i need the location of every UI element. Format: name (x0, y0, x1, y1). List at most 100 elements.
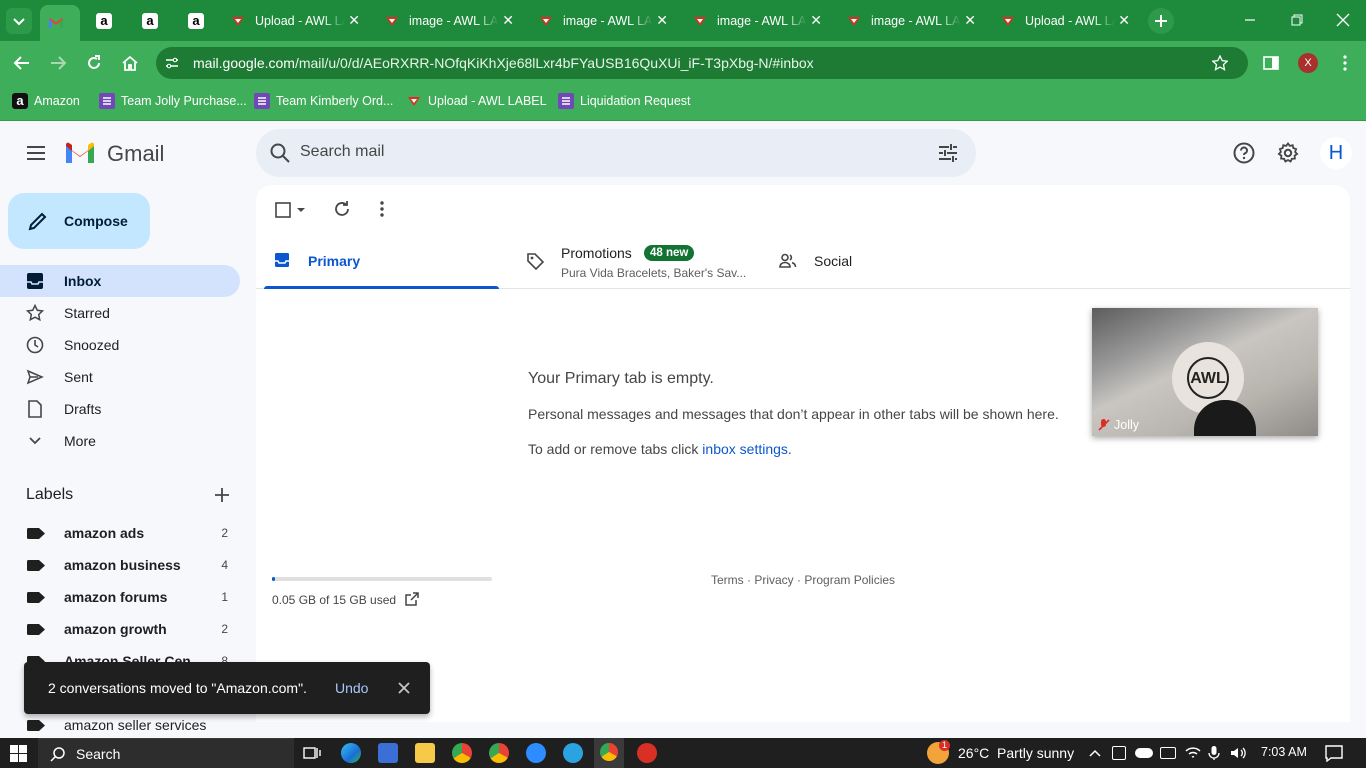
weather-text[interactable]: 26°C Partly sunny (958, 745, 1074, 761)
main-menu-icon[interactable] (24, 141, 48, 165)
bookmark-amazon[interactable]: a Amazon (12, 93, 80, 109)
nav-drafts[interactable]: Drafts (0, 393, 240, 425)
browser-tab-upload-1[interactable]: Upload - AWL LABEL ✕ (222, 6, 370, 35)
open-in-new-icon[interactable] (404, 591, 420, 607)
gmail-logo-icon[interactable] (64, 141, 96, 165)
telegram-icon[interactable] (563, 743, 583, 763)
label-item[interactable]: amazon ads 2 (0, 517, 240, 549)
tab-search-button[interactable] (6, 8, 32, 34)
chrome-profile-icon[interactable] (489, 743, 509, 763)
tab-close-icon[interactable]: ✕ (502, 13, 514, 27)
home-icon[interactable] (120, 53, 140, 73)
profile-avatar[interactable]: X (1298, 53, 1318, 73)
nav-more[interactable]: More (0, 425, 240, 457)
forward-arrow-icon[interactable] (48, 53, 68, 73)
participant-name: Jolly (1114, 418, 1140, 432)
compose-button[interactable]: Compose (8, 193, 150, 249)
browser-tab-upload-2[interactable]: Upload - AWL LABEL ✕ (992, 6, 1140, 35)
nav-sent[interactable]: Sent (0, 361, 240, 393)
reload-icon[interactable] (84, 53, 104, 73)
tab-primary[interactable]: Primary (264, 229, 499, 289)
address-bar[interactable]: mail.google.com/mail/u/0/d/AEoRXRR-NOfqK… (156, 47, 1248, 79)
minimize-icon[interactable] (1240, 12, 1260, 28)
store-icon[interactable] (378, 743, 398, 763)
toast-close-icon[interactable] (396, 680, 412, 696)
browser-tab-amazon-2[interactable]: a (134, 6, 174, 35)
browser-tab-image-3[interactable]: image - AWL LABEL ✕ (684, 6, 832, 35)
notifications-icon[interactable] (1325, 745, 1343, 762)
undo-button[interactable]: Undo (335, 680, 368, 696)
windows-start-icon[interactable] (10, 745, 27, 762)
bookmark-star-icon[interactable] (1212, 55, 1228, 71)
search-icon[interactable] (268, 141, 292, 165)
inbox-settings-link[interactable]: inbox settings (702, 441, 788, 457)
search-options-icon[interactable] (936, 141, 960, 165)
gmail-wordmark[interactable]: Gmail (107, 141, 164, 167)
amazon-icon: a (96, 12, 112, 29)
bookmark-team-jolly[interactable]: Team Jolly Purchase... (99, 93, 247, 109)
file-explorer-icon[interactable] (415, 743, 435, 763)
bookmark-liquidation[interactable]: Liquidation Request (558, 93, 691, 109)
browser-tab-image-1[interactable]: image - AWL LABEL ✕ (376, 6, 524, 35)
select-dropdown-icon[interactable] (296, 205, 306, 215)
meet-now-icon[interactable] (1112, 746, 1126, 760)
label-item[interactable]: amazon business 4 (0, 549, 240, 581)
back-arrow-icon[interactable] (12, 53, 32, 73)
label-item[interactable]: amazon growth 2 (0, 613, 240, 645)
bookmark-team-kimberly[interactable]: Team Kimberly Ord... (254, 93, 393, 109)
volume-icon[interactable] (1229, 745, 1247, 761)
taskbar-search-box[interactable]: Search (38, 738, 294, 768)
nav-inbox[interactable]: Inbox (0, 265, 240, 297)
tray-overflow-icon[interactable] (1088, 747, 1102, 759)
tab-close-icon[interactable]: ✕ (656, 13, 668, 27)
tab-close-icon[interactable]: ✕ (1118, 13, 1130, 27)
account-avatar[interactable]: H (1320, 137, 1352, 169)
more-vert-icon[interactable] (1335, 53, 1355, 73)
clock-time[interactable]: 7:03 AM (1261, 745, 1307, 759)
new-tab-button[interactable] (1148, 8, 1174, 34)
browser-tab-amazon-1[interactable]: a (88, 6, 128, 35)
browser-tab-image-2[interactable]: image - AWL LABEL ✕ (530, 6, 678, 35)
bookmark-upload-awl[interactable]: Upload - AWL LABEL (406, 93, 547, 109)
browser-tab-gmail[interactable] (40, 5, 80, 41)
search-bar[interactable]: Search mail (256, 129, 976, 177)
nav-starred[interactable]: Starred (0, 297, 240, 329)
browser-tab-amazon-3[interactable]: a (180, 6, 220, 35)
task-view-icon[interactable] (303, 745, 321, 761)
zoom-icon[interactable] (526, 743, 546, 763)
chrome-icon[interactable] (452, 743, 472, 763)
settings-gear-icon[interactable] (1276, 141, 1300, 165)
plus-icon (1155, 15, 1167, 27)
tab-promotions[interactable]: Promotions 48 new Pura Vida Bracelets, B… (518, 229, 753, 289)
more-options-icon[interactable] (372, 199, 392, 219)
onedrive-icon[interactable] (1135, 748, 1153, 758)
restore-icon[interactable] (1287, 11, 1307, 29)
site-info-icon[interactable] (165, 56, 179, 70)
battery-icon[interactable] (1160, 747, 1176, 759)
awl-icon (540, 16, 552, 26)
window-close-icon[interactable] (1333, 11, 1353, 29)
browser-tab-image-4[interactable]: image - AWL LABEL ✕ (838, 6, 986, 35)
microphone-icon[interactable] (1208, 745, 1220, 761)
program-policies-link[interactable]: Program Policies (804, 573, 895, 587)
nav-snoozed[interactable]: Snoozed (0, 329, 240, 361)
side-panel-icon[interactable] (1263, 55, 1279, 71)
search-input[interactable]: Search mail (300, 143, 384, 161)
refresh-icon[interactable] (332, 199, 352, 219)
tab-social[interactable]: Social (772, 229, 1007, 289)
label-item[interactable]: amazon forums 1 (0, 581, 240, 613)
wifi-icon[interactable] (1184, 745, 1202, 761)
awl-app-icon[interactable] (637, 743, 657, 763)
tab-close-icon[interactable]: ✕ (810, 13, 822, 27)
select-checkbox-icon[interactable] (274, 201, 292, 219)
tab-close-icon[interactable]: ✕ (348, 13, 360, 27)
terms-link[interactable]: Terms (711, 573, 744, 587)
help-icon[interactable] (1232, 141, 1256, 165)
privacy-link[interactable]: Privacy (754, 573, 793, 587)
add-label-icon[interactable] (212, 485, 232, 505)
tab-close-icon[interactable]: ✕ (964, 13, 976, 27)
edge-icon[interactable] (341, 743, 361, 763)
weather-icon[interactable]: 1 (927, 740, 950, 764)
active-chrome-taskbar-button[interactable] (594, 738, 624, 768)
video-call-tile[interactable]: AWL Jolly (1092, 308, 1318, 436)
